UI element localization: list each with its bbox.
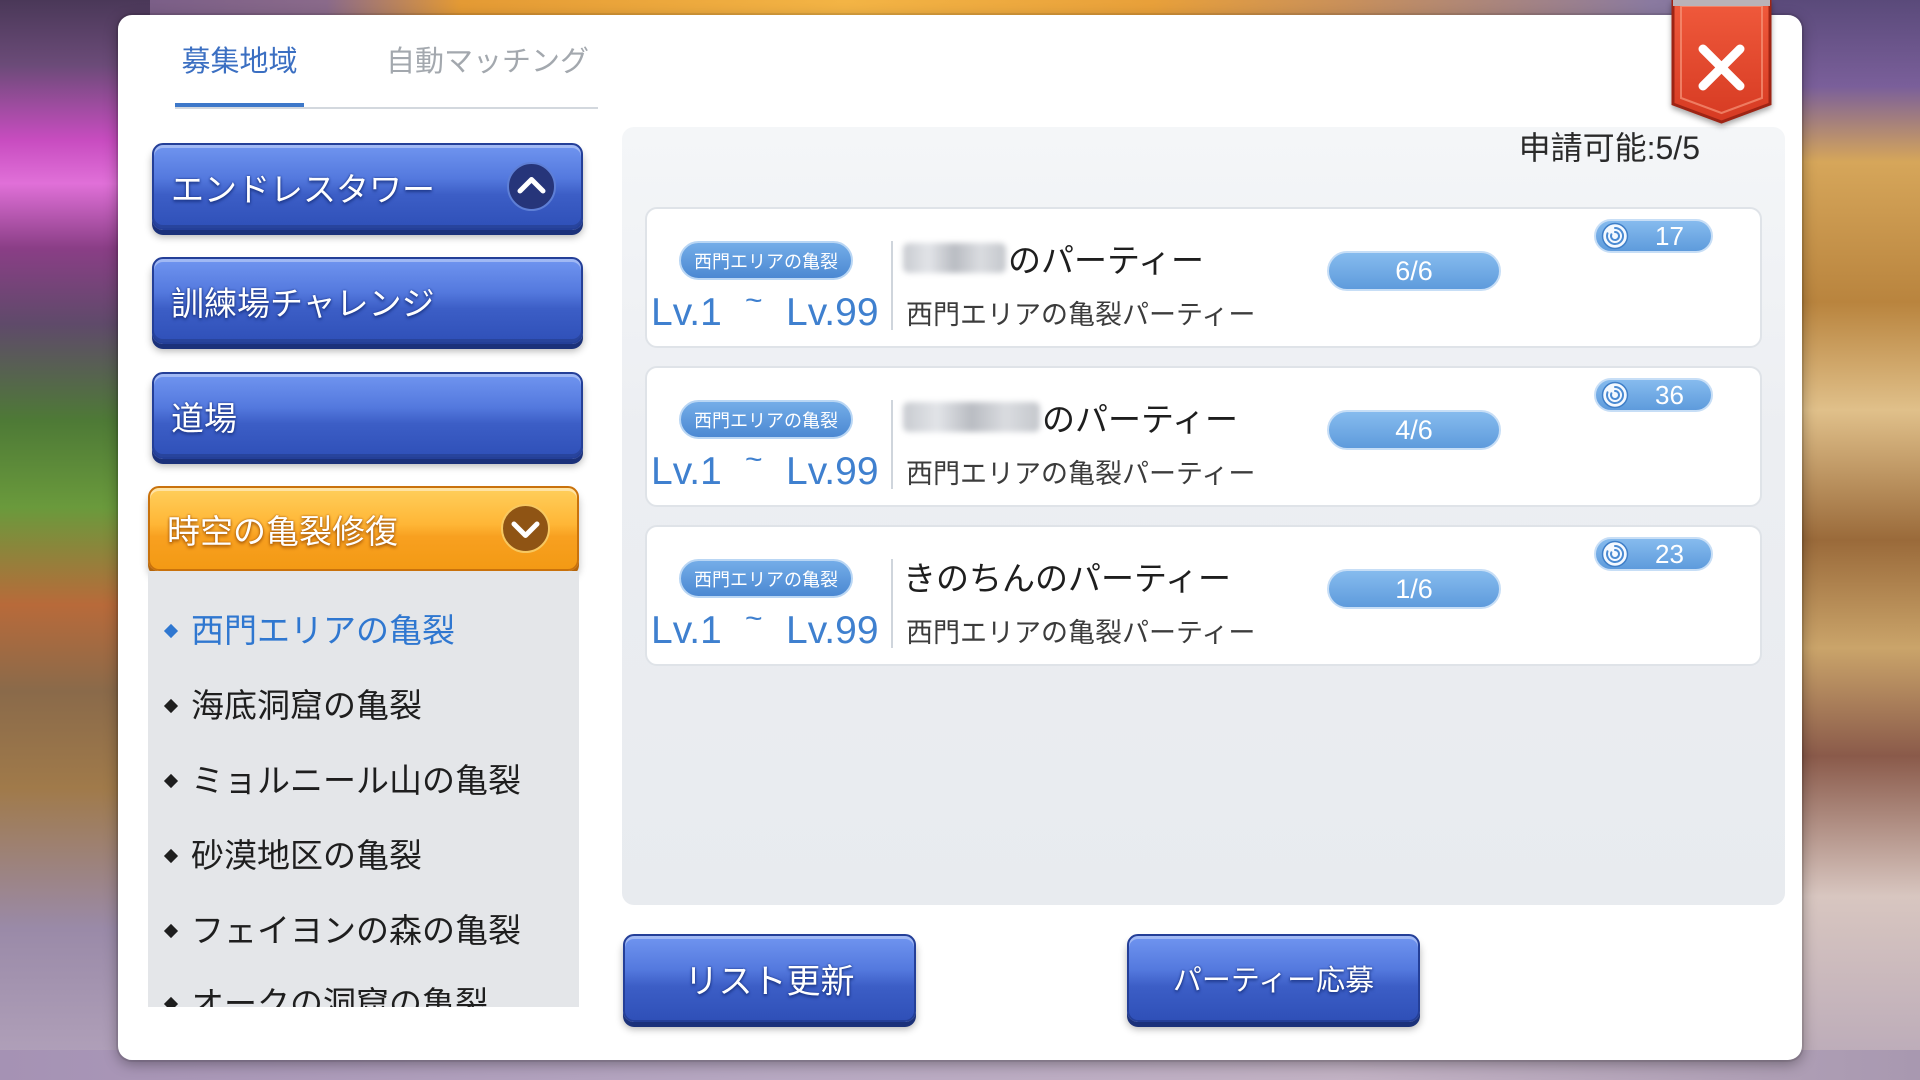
party-name-text: のパーティー: [1042, 401, 1239, 438]
bullet-icon: [163, 623, 179, 639]
category-label: 時空の亀裂修復: [167, 512, 398, 550]
party-name-text: きのちんのパーティー: [903, 560, 1232, 597]
bullet-icon: [163, 698, 179, 714]
orb-icon: [1601, 381, 1629, 409]
application-limit: 申請可能:5/5: [1518, 130, 1700, 166]
party-description: 西門エリアの亀裂パーティー: [906, 618, 1256, 648]
level-max: Lv.99: [786, 609, 879, 652]
game-screen: 募集地域 自動マッチング エンドレスタワー 訓練場チャレンジ 道場 時空の亀裂修…: [0, 0, 1920, 1080]
hidden-leader-name: [903, 243, 1006, 273]
tab-auto-matching[interactable]: 自動マッチング: [386, 15, 590, 103]
party-list: 申請可能:5/5 西門エリアの亀裂 Lv.1 ~ Lv.99 のパーティー 西門…: [622, 127, 1785, 905]
button-label: リスト更新: [684, 962, 855, 1001]
score-badge: 36: [1594, 378, 1713, 412]
list-item-label: フェイヨンの森の亀裂: [191, 912, 521, 949]
list-item-label: 砂漠地区の亀裂: [191, 837, 422, 874]
tab-label: 募集地域: [181, 46, 298, 78]
party-name: のパーティー: [903, 236, 1204, 280]
score-value: 36: [1655, 380, 1684, 410]
party-card[interactable]: 西門エリアの亀裂 Lv.1 ~ Lv.99 きのちんのパーティー 西門エリアの亀…: [645, 525, 1762, 666]
category-label: 訓練場チャレンジ: [171, 284, 435, 322]
score-badge: 23: [1594, 537, 1713, 571]
party-card[interactable]: 西門エリアの亀裂 Lv.1 ~ Lv.99 のパーティー 西門エリアの亀裂パーテ…: [645, 207, 1762, 348]
party-card[interactable]: 西門エリアの亀裂 Lv.1 ~ Lv.99 のパーティー 西門エリアの亀裂パーテ…: [645, 366, 1762, 507]
list-item-label: 海底洞窟の亀裂: [191, 687, 422, 724]
orb-icon: [1601, 222, 1629, 250]
member-count: 6/6: [1327, 251, 1501, 291]
level-separator: ~: [745, 443, 763, 476]
card-divider: [891, 400, 893, 489]
score-value: 17: [1655, 221, 1684, 251]
list-item-seabed-cave-rift[interactable]: 海底洞窟の亀裂: [148, 676, 579, 736]
refresh-list-button[interactable]: リスト更新: [623, 934, 916, 1022]
level-max: Lv.99: [786, 450, 879, 493]
level-min: Lv.1: [651, 450, 722, 493]
region-tag: 西門エリアの亀裂: [679, 559, 853, 598]
card-divider: [891, 241, 893, 330]
chevron-down-icon[interactable]: [500, 503, 551, 554]
region-tag: 西門エリアの亀裂: [679, 400, 853, 439]
category-label: 道場: [171, 399, 237, 437]
list-item-label: オークの洞窟の亀裂: [191, 985, 488, 1007]
close-button[interactable]: [1671, 0, 1772, 124]
party-name: きのちんのパーティー: [903, 554, 1231, 598]
party-name-text: のパーティー: [1008, 242, 1205, 279]
category-rift-repair[interactable]: 時空の亀裂修復: [148, 486, 579, 571]
card-divider: [891, 559, 893, 648]
member-count: 4/6: [1327, 410, 1501, 450]
list-item-label: ミョルニール山の亀裂: [191, 762, 521, 799]
level-min: Lv.1: [651, 291, 722, 334]
party-name: のパーティー: [903, 395, 1238, 439]
list-item-label: 西門エリアの亀裂: [191, 612, 455, 649]
button-label: パーティー応募: [1172, 965, 1375, 997]
party-description: 西門エリアの亀裂パーティー: [906, 459, 1256, 489]
rift-area-list: 西門エリアの亀裂 海底洞窟の亀裂 ミョルニール山の亀裂 砂漠地区の亀裂 フェイヨ…: [148, 571, 579, 1007]
list-item-west-gate-rift[interactable]: 西門エリアの亀裂: [148, 601, 579, 661]
list-item-mjolnir-mountain-rift[interactable]: ミョルニール山の亀裂: [148, 751, 579, 811]
chevron-up-icon[interactable]: [506, 161, 557, 212]
tab-recruit-region[interactable]: 募集地域: [175, 15, 304, 108]
list-item-orc-cave-rift[interactable]: オークの洞窟の亀裂: [148, 974, 579, 1007]
bullet-icon: [163, 848, 179, 864]
level-separator: ~: [745, 602, 763, 635]
score-value: 23: [1655, 539, 1684, 569]
bullet-icon: [163, 996, 179, 1007]
orb-icon: [1601, 540, 1629, 568]
level-separator: ~: [745, 284, 763, 317]
level-min: Lv.1: [651, 609, 722, 652]
list-item-payon-forest-rift[interactable]: フェイヨンの森の亀裂: [148, 901, 579, 961]
region-tag: 西門エリアの亀裂: [679, 241, 853, 280]
member-count: 1/6: [1327, 569, 1501, 609]
category-endless-tower[interactable]: エンドレスタワー: [152, 143, 583, 230]
level-max: Lv.99: [786, 291, 879, 334]
category-training-challenge[interactable]: 訓練場チャレンジ: [152, 257, 583, 344]
list-item-desert-district-rift[interactable]: 砂漠地区の亀裂: [148, 826, 579, 886]
party-description: 西門エリアの亀裂パーティー: [906, 300, 1256, 330]
category-dojo[interactable]: 道場: [152, 372, 583, 459]
tab-label: 自動マッチング: [386, 46, 590, 78]
category-label: エンドレスタワー: [171, 170, 435, 208]
score-badge: 17: [1594, 219, 1713, 253]
tab-divider: [175, 107, 598, 109]
party-recruit-dialog: 募集地域 自動マッチング エンドレスタワー 訓練場チャレンジ 道場 時空の亀裂修…: [118, 15, 1802, 1060]
bullet-icon: [163, 923, 179, 939]
hidden-leader-name: [903, 402, 1040, 432]
apply-party-button[interactable]: パーティー応募: [1127, 934, 1420, 1022]
bullet-icon: [163, 773, 179, 789]
